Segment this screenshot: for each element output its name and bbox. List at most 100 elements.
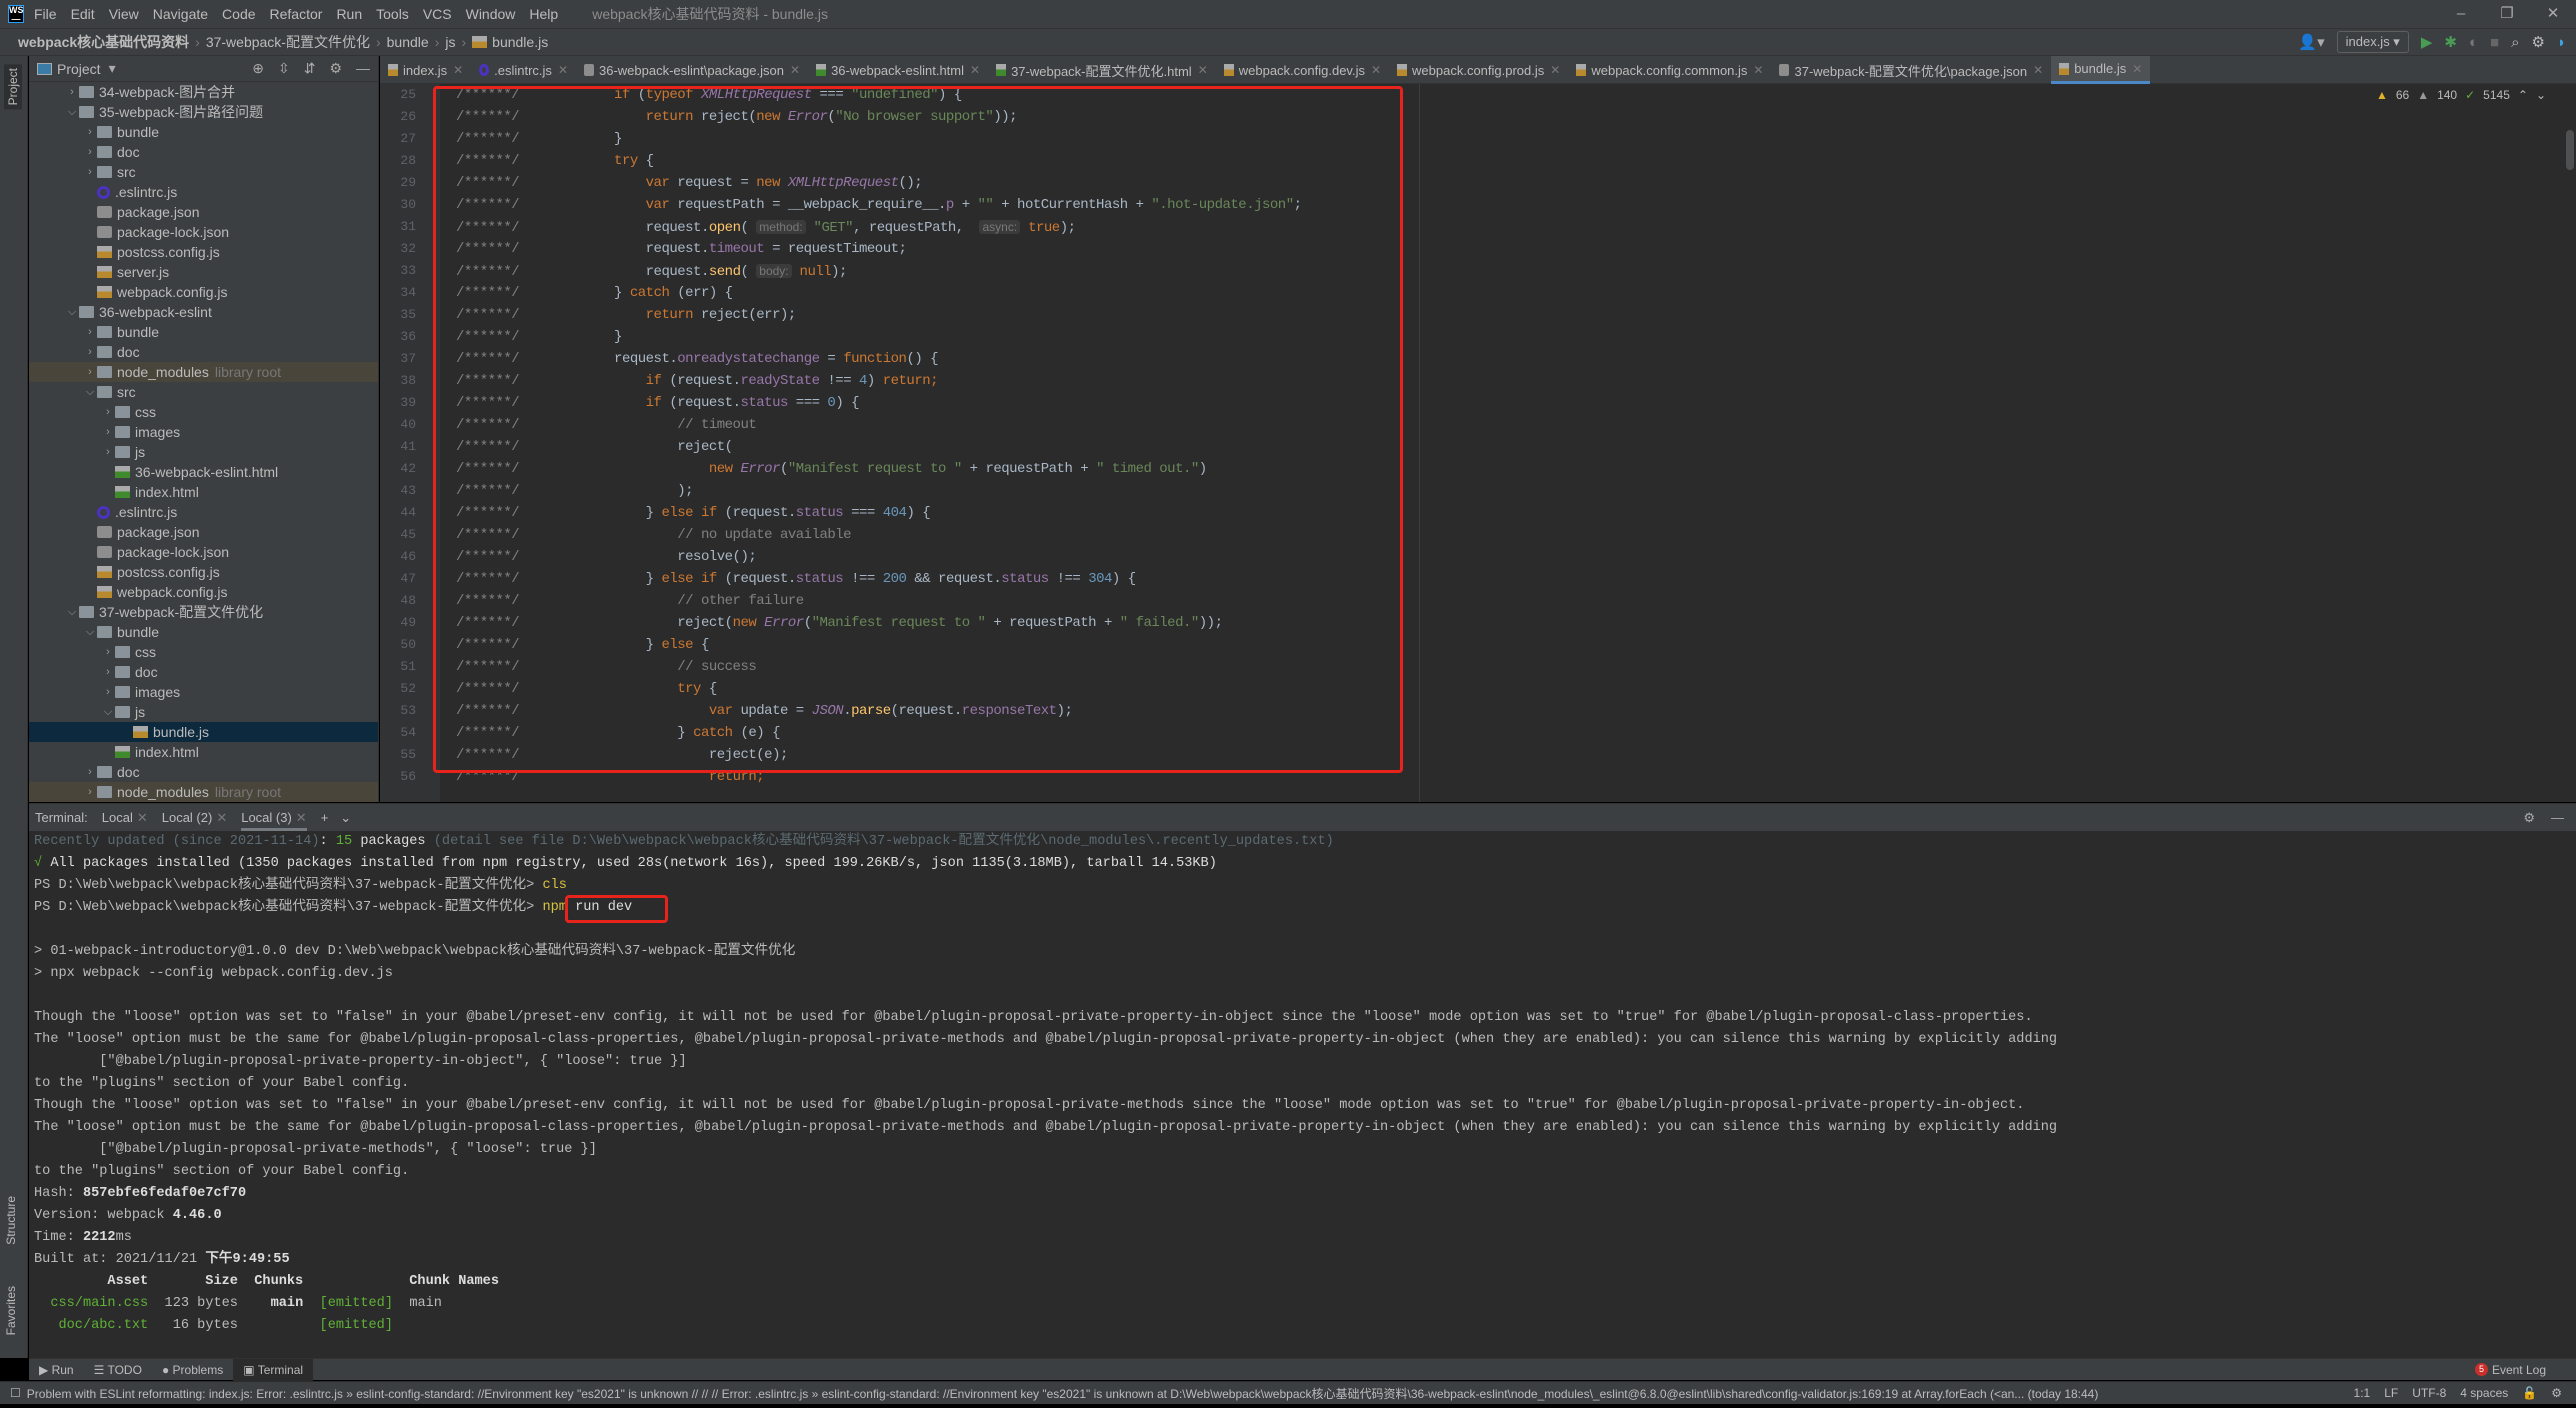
tree-item[interactable]: 36-webpack-eslint.html (29, 462, 378, 482)
locate-icon[interactable]: ⊕ (252, 60, 264, 77)
project-view-select[interactable]: Project (57, 61, 101, 77)
tree-item[interactable]: webpack.config.js (29, 282, 378, 302)
tree-item[interactable]: ⌵ 35-webpack-图片路径问题 (29, 102, 378, 122)
tree-item[interactable]: package.json (29, 522, 378, 542)
tree-item[interactable]: › doc (29, 762, 378, 782)
terminal-tab[interactable]: Local (3) ✕ (241, 804, 307, 831)
close-tab-icon[interactable]: ✕ (296, 810, 307, 825)
menu-view[interactable]: View (109, 6, 139, 22)
editor-tab[interactable]: 37-webpack-配置文件优化\package.json ✕ (1771, 56, 2051, 84)
tree-item[interactable]: ⌵ bundle (29, 622, 378, 642)
hide-icon[interactable]: — (2551, 810, 2564, 826)
terminal-tab[interactable]: Local (2) ✕ (162, 804, 227, 831)
close-tab-icon[interactable]: ✕ (1198, 63, 1208, 77)
file-encoding[interactable]: UTF-8 (2412, 1386, 2446, 1400)
chevron-right-icon[interactable]: › (83, 766, 97, 778)
status-message[interactable]: Problem with ESLint reformatting: index.… (27, 1385, 2099, 1402)
tree-item[interactable]: .eslintrc.js (29, 502, 378, 522)
tree-item[interactable]: package.json (29, 202, 378, 222)
close-tab-icon[interactable]: ✕ (1753, 63, 1763, 77)
search-icon[interactable]: ⌕ (2511, 35, 2519, 50)
tree-item[interactable]: postcss.config.js (29, 562, 378, 582)
chevron-right-icon[interactable]: › (83, 166, 97, 178)
close-tab-icon[interactable]: ✕ (1371, 63, 1381, 77)
user-icon[interactable]: 👤▾ (2298, 35, 2324, 50)
editor-tab[interactable]: webpack.config.dev.js ✕ (1216, 56, 1389, 84)
event-log-button[interactable]: 5 Event Log (2474, 1363, 2576, 1377)
breadcrumb-item[interactable]: 37-webpack-配置文件优化 (206, 32, 370, 52)
editor-tab[interactable]: 36-webpack-eslint.html ✕ (808, 56, 988, 84)
restore-button[interactable]: ❐ (2484, 0, 2530, 28)
minimize-button[interactable]: – (2438, 0, 2484, 28)
toolwindow-terminal[interactable]: ▣ Terminal (233, 1358, 314, 1381)
close-tab-icon[interactable]: ✕ (970, 63, 980, 77)
tree-item[interactable]: › doc (29, 342, 378, 362)
plugin-icon[interactable]: ◗ (2557, 35, 2566, 50)
hide-icon[interactable]: — (356, 60, 370, 77)
line-separator[interactable]: LF (2384, 1386, 2398, 1400)
editor-tab[interactable]: bundle.js ✕ (2051, 56, 2151, 84)
close-tab-icon[interactable]: ✕ (216, 810, 227, 825)
expand-all-icon[interactable]: ⇳ (278, 60, 290, 77)
chevron-right-icon[interactable]: › (65, 86, 79, 98)
gear-icon[interactable]: ⚙ (2531, 35, 2544, 50)
menu-code[interactable]: Code (222, 6, 255, 22)
chevron-down-icon[interactable]: ⌵ (83, 386, 97, 399)
tree-item[interactable]: server.js (29, 262, 378, 282)
close-tab-icon[interactable]: ✕ (2132, 62, 2142, 76)
toolwindow-run[interactable]: ▶ Run (29, 1359, 84, 1381)
tree-item[interactable]: postcss.config.js (29, 242, 378, 262)
tree-item[interactable]: package-lock.json (29, 222, 378, 242)
lock-icon[interactable]: 🔓 (2522, 1386, 2537, 1400)
menu-file[interactable]: File (34, 6, 57, 22)
tree-item[interactable]: › doc (29, 662, 378, 682)
menu-navigate[interactable]: Navigate (153, 6, 208, 22)
tree-item[interactable]: › bundle (29, 322, 378, 342)
chevron-right-icon[interactable]: › (83, 786, 97, 798)
coverage-icon[interactable]: ◐ (2469, 35, 2478, 50)
tree-item[interactable]: › src (29, 162, 378, 182)
tree-item[interactable]: › images (29, 682, 378, 702)
terminal-output[interactable]: Recently updated (since 2021-11-14): 15 … (34, 831, 2057, 1337)
chevron-right-icon[interactable]: › (101, 686, 115, 698)
chevron-right-icon[interactable]: › (101, 446, 115, 458)
menu-edit[interactable]: Edit (71, 6, 95, 22)
close-tab-icon[interactable]: ✕ (790, 63, 800, 77)
editor-tab[interactable]: webpack.config.prod.js ✕ (1389, 56, 1568, 84)
menu-help[interactable]: Help (529, 6, 558, 22)
next-highlight-icon[interactable]: ⌄ (2536, 88, 2546, 102)
toolwindow-problems[interactable]: ● Problems (152, 1359, 233, 1381)
run-config-select[interactable]: index.js ▾ (2336, 31, 2409, 53)
chevron-down-icon[interactable]: ⌵ (101, 706, 115, 719)
inspection-widget[interactable]: ▲ 66 ▲ 140 ✓ 5145 ⌃ ⌄ (2376, 88, 2546, 102)
breadcrumb-item[interactable]: bundle.js (492, 34, 548, 50)
chevron-right-icon[interactable]: › (83, 126, 97, 138)
breadcrumb-item[interactable]: js (445, 34, 455, 50)
tree-item[interactable]: › node_modules library root (29, 362, 378, 382)
close-tab-icon[interactable]: ✕ (2033, 63, 2043, 77)
editor-tab[interactable]: 37-webpack-配置文件优化.html ✕ (988, 56, 1216, 84)
tree-item[interactable]: ⌵ 36-webpack-eslint (29, 302, 378, 322)
close-button[interactable]: ✕ (2530, 0, 2576, 28)
close-tab-icon[interactable]: ✕ (1550, 63, 1560, 77)
breadcrumb-item[interactable]: webpack核心基础代码资料 (18, 32, 189, 52)
chevron-right-icon[interactable]: › (101, 406, 115, 418)
menu-window[interactable]: Window (466, 6, 516, 22)
tree-item[interactable]: ⌵ 37-webpack-配置文件优化 (29, 602, 378, 622)
chevron-right-icon[interactable]: › (83, 146, 97, 158)
close-tab-icon[interactable]: ✕ (558, 63, 568, 77)
editor-scrollbar[interactable] (2566, 130, 2574, 170)
indent-setting[interactable]: 4 spaces (2460, 1386, 2508, 1400)
tree-item[interactable]: index.html (29, 482, 378, 502)
close-tab-icon[interactable]: ✕ (453, 63, 463, 77)
tab-list-icon[interactable]: ⌄ (340, 810, 351, 826)
terminal-tab[interactable]: Local ✕ (102, 804, 148, 831)
editor-tab[interactable]: webpack.config.common.js ✕ (1568, 56, 1771, 84)
chevron-right-icon[interactable]: › (83, 346, 97, 358)
tree-item[interactable]: ⌵ js (29, 702, 378, 722)
gear-icon[interactable]: ⚙ (2523, 810, 2535, 826)
tree-item[interactable]: webpack.config.js (29, 582, 378, 602)
tree-item[interactable]: › images (29, 422, 378, 442)
chevron-down-icon[interactable]: ⌵ (65, 106, 79, 119)
event-icon[interactable]: ⚙ (2551, 1386, 2562, 1400)
